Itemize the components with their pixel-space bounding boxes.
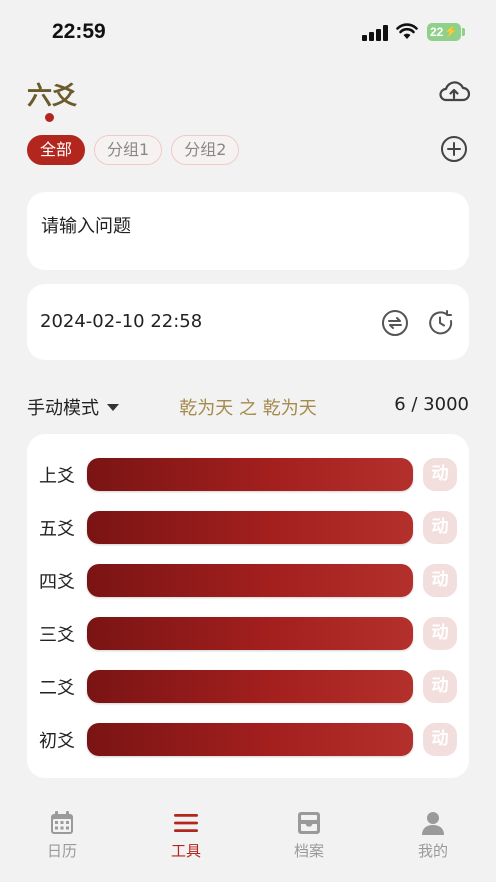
moving-line-toggle[interactable]: 动: [423, 564, 457, 597]
moving-line-toggle[interactable]: 动: [423, 511, 457, 544]
yao-row-second: 二爻 动: [27, 670, 469, 704]
yao-row-first: 初爻 动: [27, 723, 469, 757]
battery-icon: 22 ⚡: [427, 23, 461, 41]
yao-row-top: 上爻 动: [27, 458, 469, 492]
group-tab-2[interactable]: 分组2: [171, 135, 240, 165]
tab-archive[interactable]: 档案: [269, 810, 349, 861]
yao-row-third: 三爻 动: [27, 617, 469, 651]
yang-line-bar[interactable]: [87, 670, 413, 703]
status-time: 22:59: [52, 20, 106, 43]
group-tab-all[interactable]: 全部: [27, 135, 86, 165]
yao-label: 初爻: [39, 731, 75, 752]
question-card: [27, 192, 469, 270]
tab-label: 我的: [417, 842, 448, 860]
tab-label: 工具: [170, 842, 201, 860]
yang-line-bar[interactable]: [87, 723, 413, 756]
cloud-upload-icon[interactable]: [437, 78, 471, 106]
status-bar: 22:59 22 ⚡: [0, 0, 496, 64]
yao-lines-card: 上爻 动 五爻 动 四爻 动 三爻 动 二爻 动 初爻 动: [27, 434, 469, 778]
yao-label: 五爻: [39, 519, 75, 540]
yang-line-bar[interactable]: [87, 511, 413, 544]
menu-icon: [174, 814, 198, 832]
datetime-value[interactable]: 2024-02-10 22:58: [40, 311, 202, 332]
battery-level: 22: [430, 25, 444, 39]
tab-label: 日历: [46, 842, 77, 860]
yang-line-bar[interactable]: [87, 564, 413, 597]
mode-select-label: 手动模式: [27, 398, 99, 419]
bottom-tab-bar: 日历 工具 档案 我的: [0, 800, 496, 882]
cast-count: 6 / 3000: [394, 394, 469, 415]
datetime-card[interactable]: 2024-02-10 22:58: [27, 284, 469, 360]
add-group-icon[interactable]: [440, 135, 468, 163]
yao-label: 四爻: [39, 572, 75, 593]
wifi-icon: [396, 23, 418, 39]
moving-line-toggle[interactable]: 动: [423, 617, 457, 650]
group-tabs: 全部 分组1 分组2: [27, 135, 240, 165]
tab-calendar[interactable]: 日历: [22, 810, 102, 861]
page-title: 六爻: [27, 81, 78, 110]
question-input[interactable]: [41, 216, 441, 237]
yang-line-bar[interactable]: [87, 458, 413, 491]
tab-tools[interactable]: 工具: [146, 810, 226, 861]
dropdown-arrow-icon: [107, 403, 119, 411]
yao-row-fourth: 四爻 动: [27, 564, 469, 598]
moving-line-toggle[interactable]: 动: [423, 723, 457, 756]
calendar-icon: [51, 811, 73, 834]
cellular-signal-icon: [362, 25, 388, 41]
yao-label: 二爻: [39, 678, 75, 699]
reset-time-icon[interactable]: [427, 309, 455, 337]
mode-select[interactable]: 手动模式: [27, 394, 119, 420]
archive-icon: [298, 812, 320, 834]
swap-icon[interactable]: [381, 309, 409, 337]
user-icon: [422, 812, 444, 835]
yao-label: 三爻: [39, 625, 75, 646]
battery-tip: [462, 28, 465, 36]
yao-label: 上爻: [39, 466, 75, 487]
yao-row-fifth: 五爻 动: [27, 511, 469, 545]
title-indicator-dot: [45, 113, 54, 122]
mode-row: 乾为天 之 乾为天 手动模式 6 / 3000: [27, 392, 469, 420]
tab-label: 档案: [293, 842, 324, 860]
charging-bolt-icon: ⚡: [444, 26, 458, 38]
yang-line-bar[interactable]: [87, 617, 413, 650]
group-tab-1[interactable]: 分组1: [94, 135, 163, 165]
moving-line-toggle[interactable]: 动: [423, 458, 457, 491]
moving-line-toggle[interactable]: 动: [423, 670, 457, 703]
tab-profile[interactable]: 我的: [393, 810, 473, 861]
